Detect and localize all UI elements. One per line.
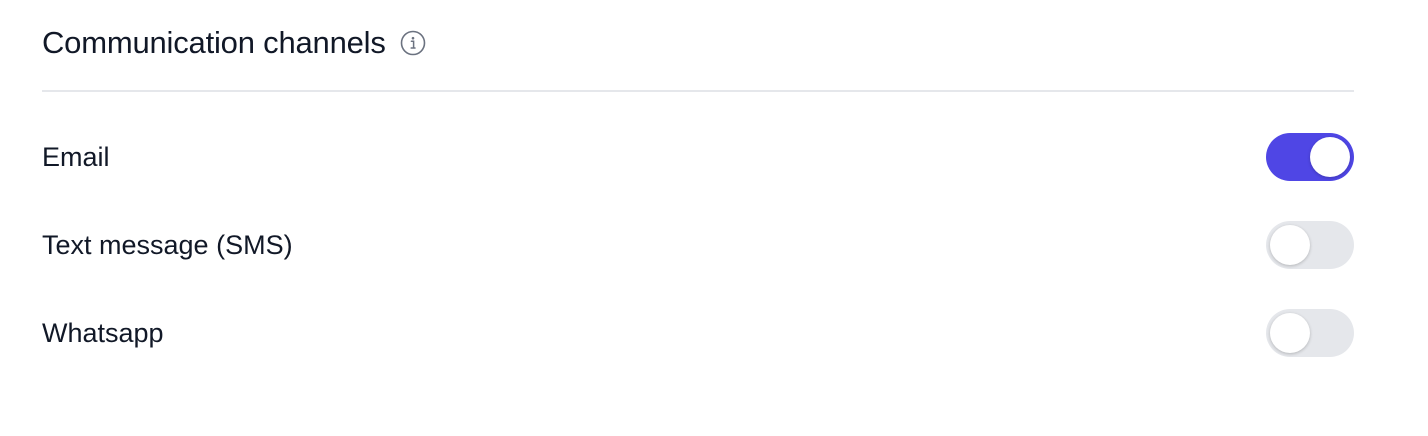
info-icon[interactable] [400, 30, 426, 56]
channel-label-sms: Text message (SMS) [42, 230, 293, 260]
toggle-knob [1310, 137, 1350, 177]
channel-row-sms: Text message (SMS) [42, 220, 1354, 270]
channel-label-whatsapp: Whatsapp [42, 318, 164, 348]
whatsapp-toggle[interactable] [1266, 309, 1354, 357]
sms-toggle[interactable] [1266, 221, 1354, 269]
section-divider [42, 90, 1354, 92]
channel-label-email: Email [42, 142, 110, 172]
toggle-knob [1270, 225, 1310, 265]
channel-row-email: Email [42, 132, 1354, 182]
email-toggle[interactable] [1266, 133, 1354, 181]
channel-row-whatsapp: Whatsapp [42, 308, 1354, 358]
communication-channels-panel: Communication channels Email Text messag… [0, 0, 1428, 436]
toggle-knob [1270, 313, 1310, 353]
section-header: Communication channels [42, 22, 426, 64]
section-title: Communication channels [42, 25, 386, 60]
